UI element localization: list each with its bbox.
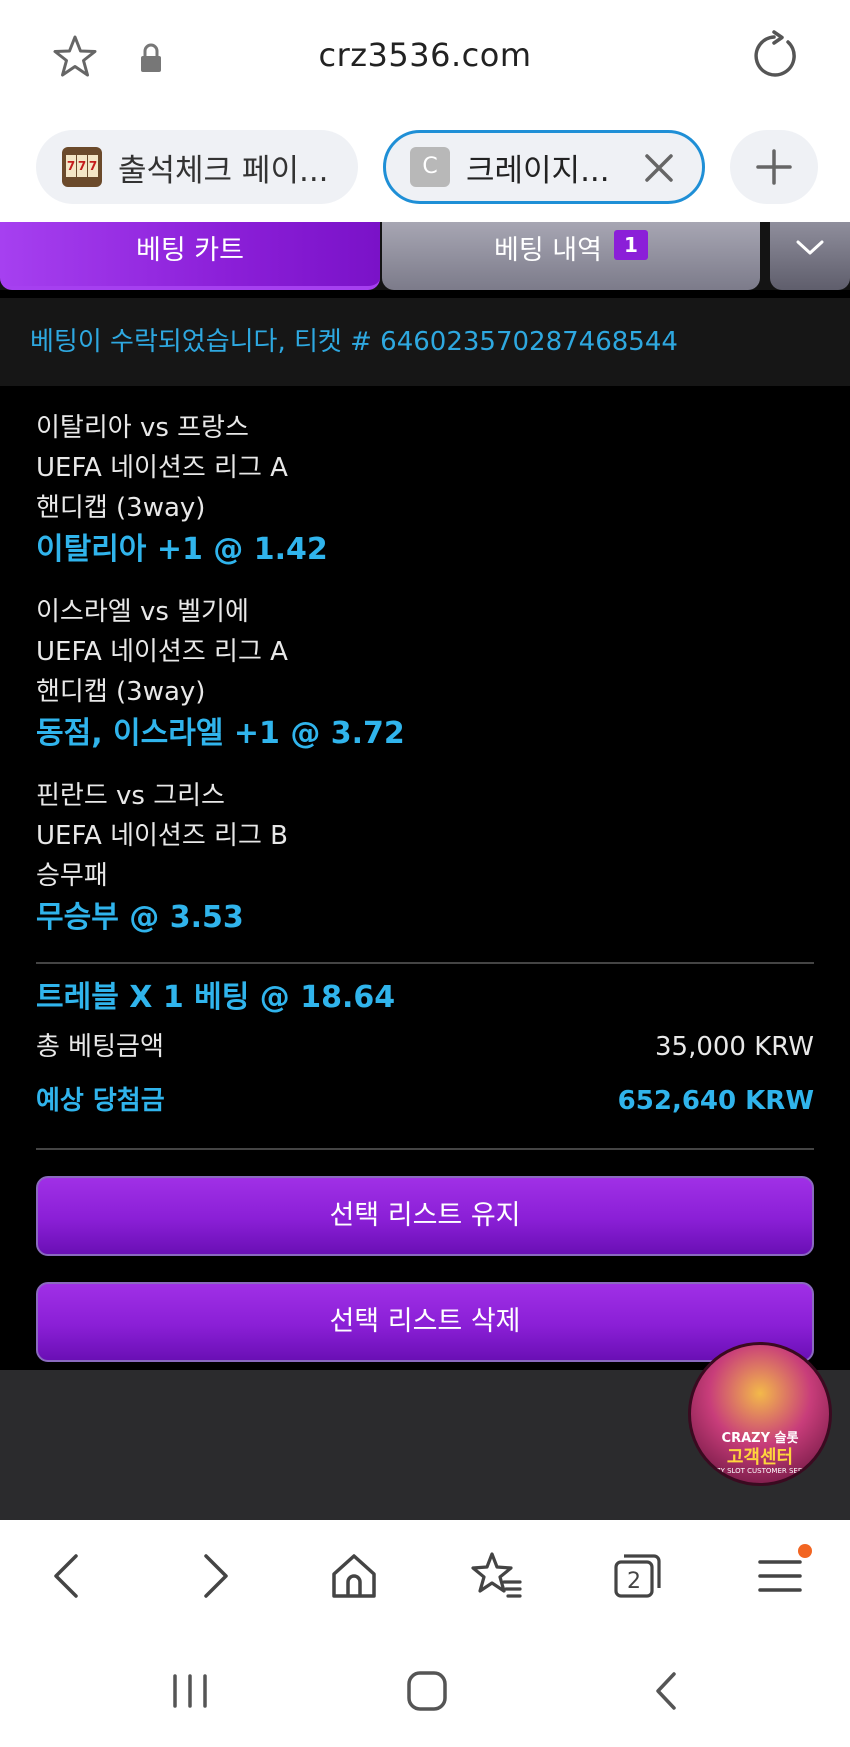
bet-match: 핀란드 vs 그리스 — [36, 781, 225, 811]
bet-market: 핸디캡 (3way) — [36, 493, 206, 523]
reload-icon[interactable] — [748, 30, 800, 82]
system-nav-bar — [0, 1632, 850, 1747]
stake-value: 35,000 KRW — [654, 1032, 814, 1062]
new-tab-button[interactable] — [730, 130, 818, 204]
tab-label: 크레이지... — [466, 152, 610, 189]
recent-apps-button[interactable] — [165, 1666, 215, 1716]
notification-dot — [798, 1544, 812, 1558]
chevron-down-icon — [796, 240, 824, 255]
collapse-button[interactable] — [770, 222, 850, 290]
bet-type: 트레블 X 1 베팅 @ 18.64 — [36, 980, 396, 1015]
payout-value: 652,640 KRW — [617, 1086, 814, 1116]
stake-label: 총 베팅금액 — [36, 1032, 164, 1062]
home-button[interactable] — [326, 1548, 382, 1604]
tab-attendance[interactable]: 777 출석체크 페이... — [36, 130, 358, 204]
bet-history-label: 베팅 내역 — [494, 235, 602, 266]
slot-machine-icon: 777 — [62, 147, 102, 187]
back-button[interactable] — [40, 1548, 96, 1604]
divider — [36, 1148, 814, 1150]
tab-bet-cart[interactable]: 베팅 카트 — [0, 222, 380, 290]
tab-bet-history[interactable]: 베팅 내역 1 — [382, 222, 760, 290]
system-back-button[interactable] — [642, 1666, 692, 1716]
cs-tagline: CRAZY SLOT CUSTOMER SERVICE — [701, 1467, 819, 1475]
menu-button[interactable] — [752, 1544, 812, 1604]
recent-apps-icon — [173, 1674, 207, 1708]
tabs-button[interactable]: 2 — [610, 1548, 666, 1604]
bet-match: 이스라엘 vs 벨기에 — [36, 597, 249, 627]
bet-list: 이탈리아 vs 프랑스 UEFA 네이션즈 리그 A 핸디캡 (3way) 이탈… — [36, 408, 814, 960]
customer-service-badge[interactable]: CRAZY 슬롯 고객센터 CRAZY SLOT CUSTOMER SERVIC… — [688, 1342, 832, 1486]
payout-row: 예상 당첨금 652,640 KRW — [36, 1074, 814, 1128]
keep-selection-button[interactable]: 선택 리스트 유지 — [36, 1176, 814, 1256]
system-home-button[interactable] — [402, 1666, 452, 1716]
tab-crazy-active[interactable]: C 크레이지... — [383, 130, 705, 204]
url-text[interactable]: crz3536.com — [0, 36, 850, 74]
bet-league: UEFA 네이션즈 리그 A — [36, 453, 288, 483]
bet-item: 핀란드 vs 그리스 UEFA 네이션즈 리그 B 승무패 무승부 @ 3.53 — [36, 776, 814, 960]
bet-cart-label: 베팅 카트 — [136, 235, 244, 266]
chevron-right-icon — [204, 1554, 228, 1598]
bet-item: 이탈리아 vs 프랑스 UEFA 네이션즈 리그 A 핸디캡 (3way) 이탈… — [36, 408, 814, 592]
bet-pick: 동점, 이스라엘 +1 @ 3.72 — [36, 716, 405, 751]
bet-league: UEFA 네이션즈 리그 B — [36, 821, 288, 851]
tab-label: 출석체크 페이... — [118, 152, 329, 189]
favicon-letter: C — [410, 147, 450, 187]
bet-market: 승무패 — [36, 861, 108, 891]
plus-icon — [756, 149, 792, 185]
segment-bar: 베팅 카트 베팅 내역 1 — [0, 222, 850, 290]
bet-item: 이스라엘 vs 벨기에 UEFA 네이션즈 리그 A 핸디캡 (3way) 동점… — [36, 592, 814, 776]
bet-match: 이탈리아 vs 프랑스 — [36, 413, 249, 443]
divider — [36, 962, 814, 964]
back-chevron-icon — [656, 1672, 676, 1710]
cs-label: 고객센터 — [726, 1447, 794, 1468]
bookmarks-icon — [471, 1552, 522, 1598]
home-icon — [332, 1554, 376, 1598]
bet-summary: 트레블 X 1 베팅 @ 18.64 총 베팅금액 35,000 KRW 예상 … — [36, 976, 814, 1128]
forward-button[interactable] — [186, 1548, 242, 1604]
bet-league: UEFA 네이션즈 리그 A — [36, 637, 288, 667]
payout-label: 예상 당첨금 — [36, 1086, 165, 1116]
address-bar: crz3536.com — [0, 0, 850, 118]
delete-selection-button[interactable]: 선택 리스트 삭제 — [36, 1282, 814, 1362]
home-square-icon — [407, 1671, 447, 1711]
bet-pick: 이탈리아 +1 @ 1.42 — [36, 532, 328, 567]
bet-accepted-message: 베팅이 수락되었습니다, 티켓 # 646023570287468544 — [0, 298, 850, 386]
bookmarks-button[interactable] — [468, 1548, 524, 1604]
history-count-badge: 1 — [613, 230, 648, 260]
stake-row: 총 베팅금액 35,000 KRW — [36, 1020, 814, 1074]
tab-strip: 777 출석체크 페이... C 크레이지... — [0, 118, 850, 222]
tab-count: 2 — [627, 1569, 641, 1594]
bet-pick: 무승부 @ 3.53 — [36, 900, 244, 935]
chevron-left-icon — [54, 1554, 78, 1598]
betslip-page: 베팅 카트 베팅 내역 1 베팅이 수락되었습니다, 티켓 # 64602357… — [0, 222, 850, 1520]
bet-market: 핸디캡 (3way) — [36, 677, 206, 707]
browser-toolbar: 2 — [0, 1520, 850, 1632]
close-icon[interactable] — [642, 151, 676, 185]
